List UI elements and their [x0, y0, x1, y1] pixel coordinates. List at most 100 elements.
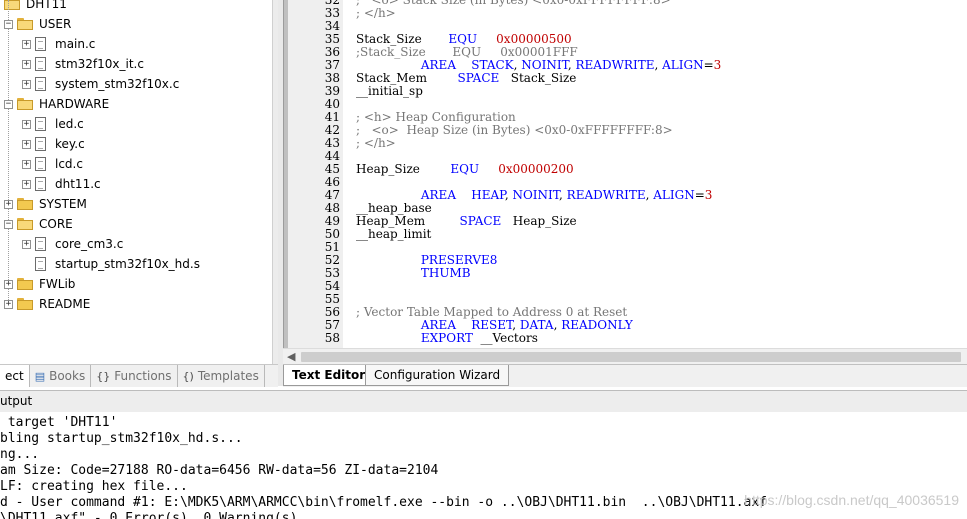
project-tab-label: Templates — [197, 369, 259, 383]
tree-file-label: dht11.c — [55, 177, 101, 191]
file-icon — [35, 177, 46, 191]
output-line: bling startup_stm32f10x_hd.s... — [0, 431, 243, 446]
tree-file[interactable]: + led.c — [22, 114, 84, 134]
tree-file[interactable]: + dht11.c — [22, 174, 101, 194]
books-icon: ▤ — [34, 369, 46, 383]
tree-file[interactable]: + core_cm3.c — [22, 234, 123, 254]
tree-file[interactable]: startup_stm32f10x_hd.s — [22, 254, 200, 274]
project-tab-templates[interactable]: {) Templates — [178, 365, 265, 387]
code-line[interactable]: THUMB — [356, 267, 471, 280]
tree-group-fwlib[interactable]: + FWLib — [4, 274, 75, 294]
output-line: d - User command #1: E:\MDK5\ARM\ARMCC\b… — [0, 495, 768, 510]
code-line[interactable]: ; <o> Heap Size (in Bytes) <0x0-0xFFFFFF… — [356, 124, 673, 137]
editor-horizontal-scrollbar[interactable]: ◀ — [283, 348, 967, 365]
tree-file-label: stm32f10x_it.c — [55, 57, 144, 71]
file-icon — [35, 237, 46, 251]
tree-file-label: main.c — [55, 37, 96, 51]
project-tab-functions[interactable]: {} Functions — [91, 365, 178, 387]
tree-group-label: USER — [39, 17, 72, 31]
collapse-icon[interactable]: − — [4, 99, 13, 109]
collapse-icon[interactable]: − — [4, 19, 13, 29]
editor-view-tabs: Text Editor Configuration Wizard — [283, 364, 967, 387]
folder-icon — [4, 0, 20, 10]
tree-file[interactable]: + lcd.c — [22, 154, 83, 174]
tree-group-label: CORE — [39, 217, 73, 231]
tree-guide-line — [8, 0, 9, 300]
project-tree[interactable]: DHT11 − USER + main.c + stm32f10x_it.c + system_… — [0, 0, 272, 364]
tree-group-label: README — [39, 297, 91, 311]
output-line: ng... — [0, 447, 40, 462]
tree-group-label: FWLib — [39, 277, 76, 291]
tree-root[interactable]: DHT11 — [4, 0, 67, 14]
tree-file-label: system_stm32f10x.c — [55, 77, 180, 91]
tree-file[interactable]: + system_stm32f10x.c — [22, 74, 179, 94]
tab-text-editor[interactable]: Text Editor — [283, 365, 375, 386]
code-text-area[interactable]: ; <o> Stack Size (in Bytes) <0x0-0xFFFFF… — [343, 0, 967, 349]
expand-icon[interactable]: + — [22, 179, 31, 189]
tree-group-core[interactable]: − CORE — [4, 214, 73, 234]
folder-icon — [17, 298, 33, 310]
file-icon — [35, 117, 46, 131]
code-line[interactable]: ; </h> — [356, 7, 396, 20]
line-number-gutter: 32 33 34 35 36 37 38 39 40 41 42 43 44 45 46 47 48 49 50 51… — [288, 0, 343, 349]
expand-icon[interactable]: + — [4, 299, 13, 309]
tree-group-label: HARDWARE — [39, 97, 110, 111]
code-line[interactable]: __initial_sp — [356, 85, 423, 98]
build-output-header: utput — [0, 390, 967, 413]
code-editor[interactable]: 32 33 34 35 36 37 38 39 40 41 42 43 44 45 46 47 48 49 50 51… — [283, 0, 967, 349]
scroll-left-arrow-icon[interactable]: ◀ — [287, 350, 295, 363]
expand-icon[interactable]: + — [22, 39, 31, 49]
project-tab-label: Functions — [114, 369, 172, 383]
project-tab-label: ect — [5, 369, 24, 383]
file-icon — [35, 137, 46, 151]
tree-group-user[interactable]: − USER — [4, 14, 71, 34]
expand-icon[interactable]: + — [22, 139, 31, 149]
tree-group-system[interactable]: + SYSTEM — [4, 194, 87, 214]
tree-group-hardware[interactable]: − HARDWARE — [4, 94, 109, 114]
expand-icon[interactable]: + — [4, 199, 13, 209]
tree-file[interactable]: + key.c — [22, 134, 85, 154]
functions-icon: {} — [96, 369, 111, 383]
tree-root-label: DHT11 — [26, 0, 67, 11]
folder-icon — [17, 218, 33, 230]
expand-icon[interactable]: + — [22, 79, 31, 89]
code-line[interactable]: Heap_Size EQU 0x00000200 — [356, 163, 574, 176]
tree-group-readme[interactable]: + README — [4, 294, 90, 314]
tree-file[interactable]: + main.c — [22, 34, 95, 54]
output-line: target 'DHT11' — [0, 415, 118, 430]
code-line[interactable]: ; <o> Stack Size (in Bytes) <0x0-0xFFFFF… — [356, 0, 671, 7]
folder-icon — [17, 198, 33, 210]
output-line: am Size: Code=27188 RO-data=6456 RW-data… — [0, 463, 439, 478]
code-line[interactable]: EXPORT __Vectors — [356, 332, 538, 345]
expand-icon[interactable]: + — [4, 279, 13, 289]
output-line: \DHT11.axf" - 0 Error(s), 0 Warning(s). — [0, 511, 306, 519]
expand-icon[interactable]: + — [22, 239, 31, 249]
project-tab-project[interactable]: ect — [0, 365, 30, 387]
scrollbar-thumb[interactable] — [301, 352, 961, 362]
project-tab-books[interactable]: ▤ Books — [30, 365, 92, 387]
tree-file-label: startup_stm32f10x_hd.s — [55, 257, 200, 271]
collapse-icon[interactable]: − — [4, 219, 13, 229]
templates-icon: {) — [182, 369, 194, 383]
project-tab-label: Books — [49, 369, 86, 383]
tree-file[interactable]: + stm32f10x_it.c — [22, 54, 144, 74]
tab-configuration-wizard[interactable]: Configuration Wizard — [365, 365, 510, 386]
tree-file-label: key.c — [55, 137, 85, 151]
expand-icon[interactable]: + — [22, 159, 31, 169]
tree-file-label: lcd.c — [55, 157, 83, 171]
file-icon — [35, 37, 46, 51]
output-line: LF: creating hex file... — [0, 479, 188, 494]
file-icon — [35, 77, 46, 91]
expand-icon[interactable]: + — [22, 119, 31, 129]
tree-file-label: core_cm3.c — [55, 237, 124, 251]
file-icon — [35, 157, 46, 171]
folder-icon — [17, 278, 33, 290]
code-line[interactable]: ; </h> — [356, 137, 396, 150]
code-line[interactable]: __heap_limit — [356, 228, 431, 241]
expand-icon[interactable]: + — [22, 59, 31, 69]
folder-icon — [17, 98, 33, 110]
file-icon — [35, 257, 46, 271]
project-panel-tabs: ect ▤ Books{} Functions{) Templates — [0, 364, 278, 387]
tree-group-label: SYSTEM — [39, 197, 87, 211]
folder-icon — [17, 18, 33, 30]
